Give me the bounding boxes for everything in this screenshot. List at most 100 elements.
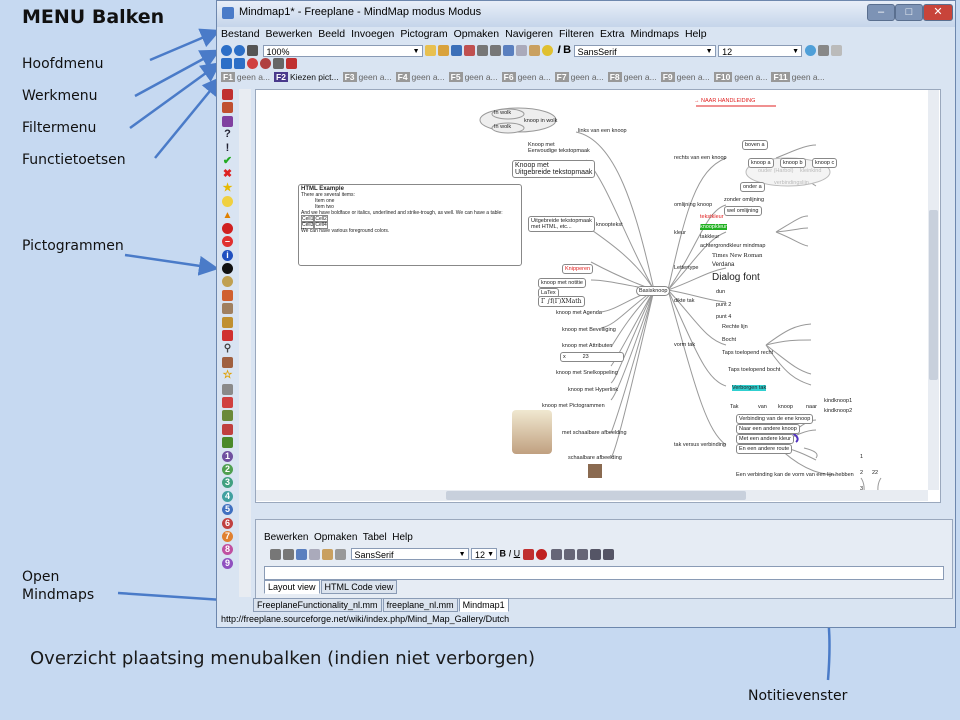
- node-left[interactable]: schaalbare afbeelding: [568, 455, 622, 461]
- minimize-button[interactable]: –: [867, 4, 895, 21]
- notes-size-select[interactable]: 12: [471, 548, 498, 561]
- node-right[interactable]: Lettertype: [674, 265, 698, 271]
- notes-cut-icon[interactable]: [296, 548, 307, 560]
- bullet-list-icon[interactable]: [590, 548, 602, 560]
- zoom-select[interactable]: 100%: [262, 44, 423, 58]
- link-handleiding[interactable]: → NAAR HANDLEIDING: [694, 98, 755, 104]
- number-8-icon[interactable]: 8: [222, 544, 233, 556]
- leaf-node[interactable]: 1: [860, 454, 863, 460]
- scroll-thumb[interactable]: [446, 491, 746, 500]
- lightbulb-icon[interactable]: [222, 196, 233, 208]
- eraser-icon[interactable]: [222, 330, 233, 342]
- node-right[interactable]: dikte tak: [674, 298, 694, 304]
- align-left-icon[interactable]: [551, 548, 563, 560]
- notes-undo-icon[interactable]: [270, 548, 281, 560]
- save-all-icon[interactable]: [464, 45, 476, 57]
- leaf-node[interactable]: 22: [872, 470, 878, 476]
- pencil-icon[interactable]: [222, 316, 233, 328]
- leaf-node[interactable]: van: [758, 404, 767, 410]
- cross-icon[interactable]: ✖: [222, 169, 233, 180]
- redo-icon[interactable]: [490, 45, 502, 57]
- leaf-node[interactable]: knoopkleur: [700, 224, 727, 230]
- menu-opmaken[interactable]: Opmaken: [454, 28, 500, 40]
- number-5-icon[interactable]: 5: [222, 504, 233, 516]
- menu-bewerken[interactable]: Bewerken: [266, 28, 313, 40]
- filter-clear-icon[interactable]: [286, 58, 297, 70]
- notes-font-select[interactable]: SansSerif: [350, 548, 469, 561]
- tab-html-code-view[interactable]: HTML Code view: [320, 580, 398, 594]
- leaf-node[interactable]: Tak: [730, 404, 739, 410]
- root-node[interactable]: Basisknoop: [636, 286, 671, 296]
- notes-menu-opmaken[interactable]: Opmaken: [314, 532, 357, 543]
- leaf-node[interactable]: wel omlijning: [724, 206, 762, 216]
- new-map-icon[interactable]: [425, 45, 437, 57]
- leaf-node[interactable]: Verbinding van de ene knoop: [736, 414, 814, 424]
- font-select[interactable]: SansSerif: [573, 44, 716, 58]
- leaf-node[interactable]: kindknoop2: [824, 408, 852, 414]
- menu-navigeren[interactable]: Navigeren: [505, 28, 553, 40]
- left-scrollbar[interactable]: [239, 89, 251, 597]
- notes-italic-icon[interactable]: I: [509, 548, 512, 558]
- filter-add-icon[interactable]: [247, 58, 258, 70]
- notes-underline-icon[interactable]: U: [514, 548, 521, 558]
- node-left[interactable]: met schaalbare afbeelding: [562, 430, 627, 436]
- undo-icon[interactable]: [477, 45, 489, 57]
- leaf-node[interactable]: Times New Roman: [712, 252, 762, 259]
- node-right[interactable]: rechts van een knoop: [674, 155, 727, 161]
- leaf-node[interactable]: Rechte lijn: [722, 324, 748, 330]
- bomb-icon[interactable]: [222, 263, 233, 275]
- key-icon[interactable]: [222, 383, 233, 395]
- filter-settings-icon[interactable]: [273, 58, 284, 70]
- leaf-node[interactable]: En een andere route: [736, 444, 793, 454]
- star-icon[interactable]: ★: [222, 182, 233, 194]
- save-icon[interactable]: [451, 45, 463, 57]
- star-outline-icon[interactable]: ☆: [222, 370, 233, 381]
- bulb-icon[interactable]: [542, 45, 554, 57]
- table-icon[interactable]: [830, 45, 842, 57]
- filter-forward-icon[interactable]: [234, 58, 245, 70]
- exclamation-icon[interactable]: !: [222, 142, 233, 154]
- print-icon[interactable]: [247, 45, 258, 57]
- forward-icon[interactable]: [234, 45, 245, 57]
- notes-bold-icon[interactable]: B: [500, 548, 507, 558]
- bell-icon[interactable]: [222, 356, 233, 368]
- number-3-icon[interactable]: 3: [222, 477, 233, 489]
- question-icon[interactable]: ?: [222, 129, 233, 140]
- node-left[interactable]: links van een knoop: [578, 128, 627, 134]
- leaf-node[interactable]: Dialog font: [712, 272, 760, 283]
- fkey-5[interactable]: F5 geen a...: [448, 72, 498, 82]
- number-4-icon[interactable]: 4: [222, 490, 233, 502]
- stop-icon[interactable]: [222, 222, 233, 234]
- close-button[interactable]: ✕: [923, 4, 953, 21]
- leaf-node[interactable]: Taps toelopend recht: [722, 350, 773, 356]
- fkey-9[interactable]: F9 geen a...: [660, 72, 710, 82]
- info-icon[interactable]: i: [222, 249, 233, 261]
- battery-full-icon[interactable]: [222, 437, 233, 449]
- notes-menu-help[interactable]: Help: [392, 532, 413, 543]
- leaf-node[interactable]: boven a: [742, 140, 768, 150]
- html-node[interactable]: HTML Example There are several items: It…: [298, 184, 522, 266]
- layout-icon[interactable]: [817, 45, 829, 57]
- maximize-button[interactable]: □: [895, 4, 923, 21]
- node-right[interactable]: vorm tak: [674, 342, 695, 348]
- leaf-node[interactable]: zonder omlijning: [724, 197, 764, 203]
- leaf-node[interactable]: Met een andere kleur: [736, 434, 794, 444]
- fkey-4[interactable]: F4 geen a...: [395, 72, 445, 82]
- cloud-icon[interactable]: [804, 45, 816, 57]
- notes-redo-icon[interactable]: [283, 548, 294, 560]
- node-left[interactable]: knoop met Hyperlink: [568, 387, 618, 393]
- remove-icon-icon[interactable]: [222, 89, 233, 100]
- node-left[interactable]: Knoop met Eenvoudige tekstopmaak: [528, 142, 590, 154]
- numbered-list-icon[interactable]: [603, 548, 615, 560]
- align-right-icon[interactable]: [577, 548, 589, 560]
- node-left[interactable]: knoop met notitie: [538, 278, 586, 288]
- number-1-icon[interactable]: 1: [222, 450, 233, 462]
- bold-icon[interactable]: B: [563, 44, 571, 56]
- no-entry-icon[interactable]: –: [222, 236, 233, 248]
- leaf-node[interactable]: knoop c: [812, 158, 838, 168]
- notes-menu-bewerken[interactable]: Bewerken: [264, 532, 308, 543]
- leaf-node[interactable]: tekstkleur: [700, 214, 724, 220]
- fkey-11[interactable]: F11 geen a...: [771, 72, 825, 82]
- leaf-node[interactable]: Een verbinding kan de vorm van een lijn …: [736, 472, 854, 478]
- flag-icon[interactable]: [222, 303, 233, 315]
